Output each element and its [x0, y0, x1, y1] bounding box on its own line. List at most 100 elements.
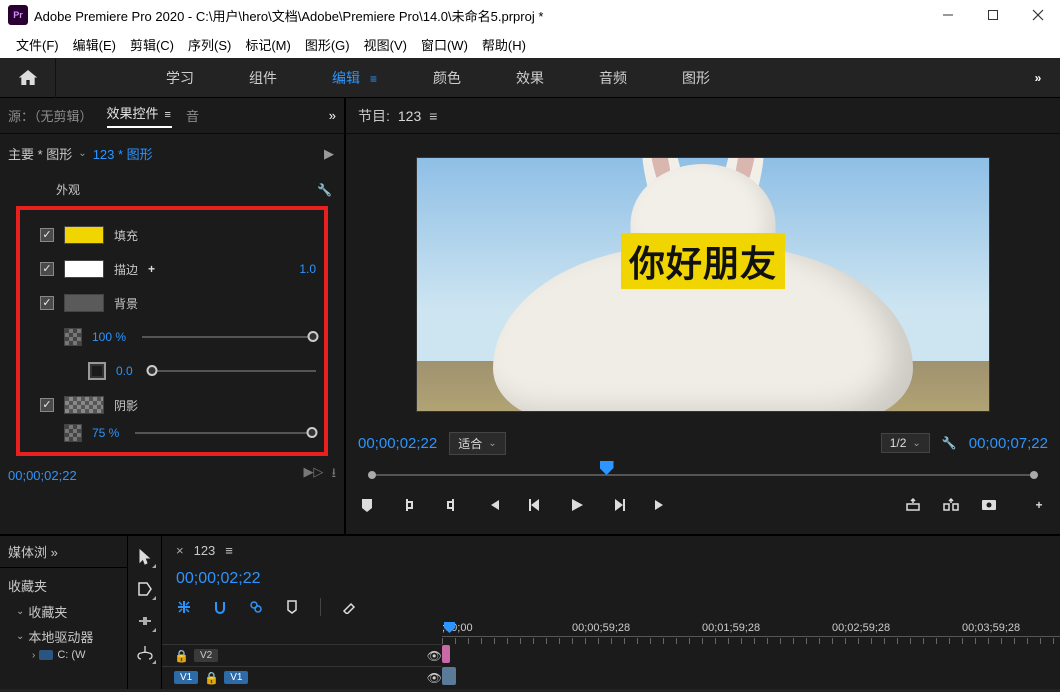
selection-tool[interactable] — [136, 548, 154, 566]
border-value[interactable]: 0.0 — [116, 364, 133, 378]
razor-tool[interactable] — [136, 644, 154, 662]
track-select-tool[interactable] — [136, 580, 154, 598]
timeline-ruler[interactable]: ;00;00 00;00;59;28 00;01;59;28 00;02;59;… — [162, 622, 1060, 644]
tree-favorites[interactable]: ⌄收藏夹 — [6, 599, 121, 624]
shadow-opacity-value[interactable]: 75 % — [92, 426, 119, 440]
stroke-checkbox[interactable] — [40, 262, 54, 276]
tab-audio-truncated[interactable]: 音 — [186, 106, 199, 125]
track-v2-chip[interactable]: V2 — [194, 649, 218, 662]
program-monitor-viewport[interactable]: 你好朋友 — [346, 134, 1060, 428]
clip-master[interactable]: 主要 * 图形 — [8, 144, 72, 163]
effect-controls-timecode[interactable]: 00;00;02;22 — [8, 468, 77, 483]
minimize-button[interactable] — [925, 0, 970, 30]
playhead-icon[interactable] — [600, 461, 614, 475]
program-timecode-left[interactable]: 00;00;02;22 — [358, 435, 437, 452]
workspace-overflow[interactable]: » — [1016, 71, 1060, 85]
menu-clip[interactable]: 剪辑(C) — [128, 33, 176, 56]
overflow-icon[interactable]: » — [51, 545, 58, 560]
drive-c[interactable]: ›C: (W — [6, 649, 121, 661]
insert-button[interactable] — [176, 599, 192, 615]
clip-sequence[interactable]: 123 * 图形 — [93, 144, 153, 163]
program-scrubber[interactable] — [358, 464, 1048, 486]
menu-file[interactable]: 文件(F) — [14, 33, 61, 56]
media-browser-tab[interactable]: 媒体浏 » — [0, 536, 127, 568]
shadow-checkbox[interactable] — [40, 398, 54, 412]
clip-video[interactable] — [442, 667, 456, 685]
clip-graphic[interactable] — [442, 645, 450, 663]
sequence-name: 123 — [194, 543, 216, 558]
settings-wrench-icon[interactable]: 🔧 — [942, 436, 957, 450]
tab-source[interactable]: 源：（无剪辑） — [8, 106, 93, 125]
menu-graphics[interactable]: 图形(G) — [303, 33, 352, 56]
step-forward-button[interactable] — [610, 496, 628, 514]
clip-path-breadcrumb: 主要 * 图形 ⌄ 123 * 图形 ▶ — [0, 134, 344, 167]
tree-local-drives[interactable]: ⌄本地驱动器 — [6, 624, 121, 649]
timeline-tab[interactable]: × 123 ≡ — [162, 536, 1060, 564]
resolution-dropdown[interactable]: 1/2⌄ — [881, 433, 930, 453]
menu-window[interactable]: 窗口(W) — [419, 33, 470, 56]
opacity-value[interactable]: 100 % — [92, 330, 126, 344]
go-to-in-button[interactable] — [484, 496, 502, 514]
linked-selection-button[interactable] — [248, 599, 264, 615]
add-stroke-button[interactable]: + — [148, 262, 155, 276]
menu-help[interactable]: 帮助(H) — [480, 33, 528, 56]
extract-button[interactable] — [942, 496, 960, 514]
export-frame-icon[interactable]: ⭳ — [331, 464, 336, 486]
button-editor-toggle[interactable]: + — [1030, 496, 1048, 514]
maximize-button[interactable] — [970, 0, 1015, 30]
go-to-out-button[interactable] — [652, 496, 670, 514]
fill-color-swatch[interactable] — [64, 226, 104, 244]
timeline-timecode[interactable]: 00;00;02;22 — [176, 570, 261, 588]
opacity-slider[interactable] — [142, 336, 316, 338]
workspace-tab-editing[interactable]: 编辑≡ — [332, 68, 378, 88]
fill-checkbox[interactable] — [40, 228, 54, 242]
shadow-color-swatch[interactable] — [64, 396, 104, 414]
track-v1-chip[interactable]: V1 — [224, 671, 248, 684]
track-v1-left-chip[interactable]: V1 — [174, 671, 198, 684]
workspace-tab-graphics[interactable]: 图形 — [682, 68, 710, 88]
menu-sequence[interactable]: 序列(S) — [186, 33, 233, 56]
wrench-icon[interactable]: 🔧 — [317, 183, 332, 197]
close-icon[interactable]: × — [176, 543, 184, 558]
border-slider[interactable] — [149, 370, 316, 372]
workspace-tab-color[interactable]: 颜色 — [433, 68, 461, 88]
menu-edit[interactable]: 编辑(E) — [71, 33, 118, 56]
playhead-only-icon[interactable]: ▶▷ — [303, 464, 323, 486]
track-v2-header[interactable]: 🔒 V2 👁 — [162, 644, 442, 666]
shadow-opacity-slider[interactable] — [135, 432, 316, 434]
background-checkbox[interactable] — [40, 296, 54, 310]
add-marker-button[interactable] — [358, 496, 376, 514]
source-tabs-overflow[interactable]: » — [329, 108, 336, 123]
workspace-tab-assembly[interactable]: 组件 — [249, 68, 277, 88]
drive-icon — [39, 650, 53, 660]
marker-button[interactable] — [284, 599, 300, 615]
stroke-color-swatch[interactable] — [64, 260, 104, 278]
tab-effect-controls[interactable]: 效果控件≡ — [107, 103, 172, 128]
settings-button[interactable] — [341, 599, 357, 615]
fit-dropdown[interactable]: 适合⌄ — [449, 432, 505, 455]
menu-view[interactable]: 视图(V) — [362, 33, 409, 56]
snap-button[interactable] — [212, 599, 228, 615]
ripple-edit-tool[interactable] — [136, 612, 154, 630]
menu-mark[interactable]: 标记(M) — [243, 33, 293, 56]
track-v1-header[interactable]: V1 🔒 V1 👁 — [162, 666, 442, 688]
background-color-swatch[interactable] — [64, 294, 104, 312]
lift-button[interactable] — [904, 496, 922, 514]
stroke-width-value[interactable]: 1.0 — [299, 262, 316, 276]
lock-icon[interactable]: 🔒 — [174, 649, 188, 663]
lock-icon[interactable]: 🔒 — [204, 671, 218, 685]
eye-icon[interactable]: 👁 — [427, 649, 442, 663]
mark-out-button[interactable] — [442, 496, 460, 514]
workspace-tab-effects[interactable]: 效果 — [516, 68, 544, 88]
step-back-button[interactable] — [526, 496, 544, 514]
home-button[interactable] — [0, 58, 56, 98]
play-button[interactable] — [568, 496, 586, 514]
close-button[interactable] — [1015, 0, 1060, 30]
workspace-tab-learn[interactable]: 学习 — [166, 68, 194, 88]
export-frame-button[interactable] — [980, 496, 998, 514]
program-tab[interactable]: 节目: 123 ≡ — [346, 98, 1060, 134]
eye-icon[interactable]: 👁 — [427, 671, 442, 685]
workspace-tab-audio[interactable]: 音频 — [599, 68, 627, 88]
triangle-right-icon: ▶ — [324, 146, 334, 162]
mark-in-button[interactable] — [400, 496, 418, 514]
